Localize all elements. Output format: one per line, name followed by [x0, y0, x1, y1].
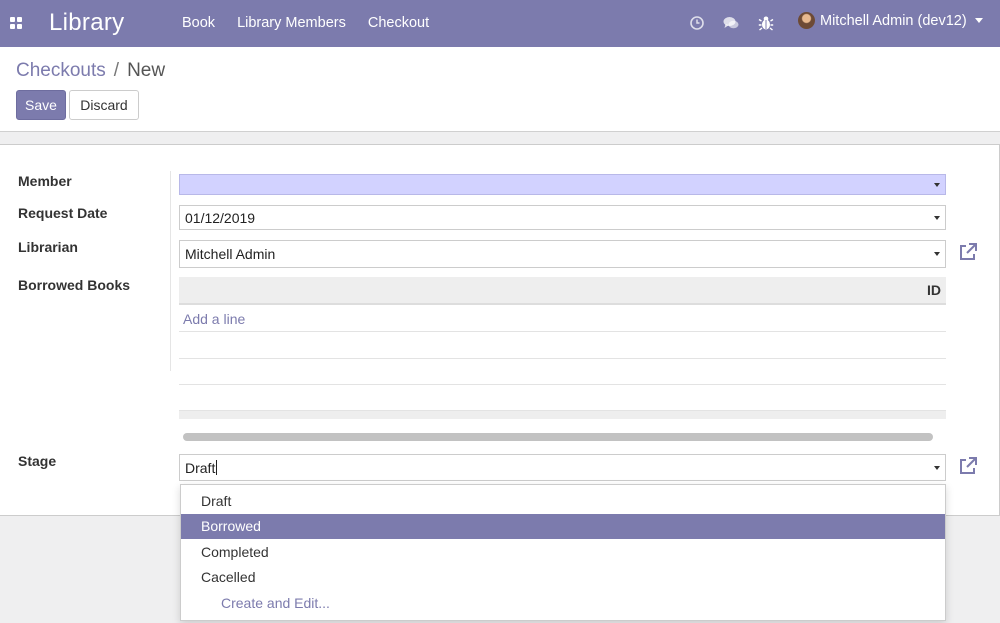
main-menu: Book Library Members Checkout: [171, 0, 440, 47]
breadcrumb-checkouts[interactable]: Checkouts: [16, 60, 106, 82]
borrowed-books-label: Borrowed Books: [18, 277, 131, 293]
control-panel: Checkouts / New Save Discard: [0, 47, 1000, 132]
dropdown-option-cacelled[interactable]: Cacelled: [181, 565, 945, 590]
list-row: [179, 333, 946, 359]
text-cursor: [216, 460, 218, 475]
stage-field[interactable]: Draft: [179, 454, 946, 481]
app-title: Library: [49, 9, 125, 36]
dropdown-option-draft[interactable]: Draft: [181, 489, 945, 514]
librarian-label: Librarian: [18, 239, 78, 255]
add-line-link[interactable]: Add a line: [179, 311, 245, 327]
menu-item-library-members[interactable]: Library Members: [226, 0, 357, 47]
menu-item-book[interactable]: Book: [171, 0, 226, 47]
member-field[interactable]: [179, 174, 946, 195]
bug-icon[interactable]: [757, 14, 775, 32]
label-divider: [170, 171, 171, 371]
librarian-field[interactable]: Mitchell Admin: [179, 240, 946, 268]
list-footer: [179, 411, 946, 419]
list-row: [179, 385, 946, 411]
librarian-value: Mitchell Admin: [185, 246, 276, 262]
external-link-icon[interactable]: [957, 455, 979, 477]
dropdown-option-borrowed[interactable]: Borrowed: [181, 514, 945, 539]
caret-down-icon[interactable]: [934, 215, 940, 220]
dropdown-option-completed[interactable]: Completed: [181, 540, 945, 565]
user-name: Mitchell Admin (dev12): [820, 12, 967, 29]
stage-autocomplete-dropdown: Draft Borrowed Completed Cacelled Create…: [180, 484, 946, 621]
top-navbar: Library Book Library Members Checkout Mi…: [0, 0, 1000, 47]
scrollbar-thumb[interactable]: [183, 433, 933, 441]
chevron-down-icon: [974, 18, 983, 23]
horizontal-scrollbar[interactable]: [179, 429, 946, 443]
create-and-edit-option[interactable]: Create and Edit...: [181, 591, 945, 616]
caret-down-icon[interactable]: [934, 465, 940, 470]
discard-button[interactable]: Discard: [69, 90, 139, 120]
apps-icon[interactable]: [10, 17, 23, 30]
clock-icon[interactable]: [688, 14, 706, 32]
request-date-value: 01/12/2019: [185, 209, 256, 226]
stage-value: Draft: [185, 459, 216, 476]
save-button[interactable]: Save: [16, 90, 66, 120]
request-date-field[interactable]: 01/12/2019: [179, 205, 946, 230]
avatar: [798, 12, 815, 29]
menu-item-checkout[interactable]: Checkout: [357, 0, 440, 47]
caret-down-icon[interactable]: [934, 252, 940, 256]
caret-down-icon[interactable]: [934, 182, 940, 187]
breadcrumb-separator: /: [113, 60, 120, 81]
user-menu[interactable]: Mitchell Admin (dev12): [798, 12, 983, 29]
list-header-id[interactable]: ID: [179, 277, 946, 305]
add-line-row: Add a line: [179, 306, 946, 332]
request-date-label: Request Date: [18, 205, 108, 221]
breadcrumb: Checkouts / New: [16, 60, 165, 82]
breadcrumb-current: New: [127, 60, 166, 81]
stage-label: Stage: [18, 453, 57, 469]
list-row: [179, 359, 946, 385]
chat-icon[interactable]: [722, 14, 740, 32]
external-link-icon[interactable]: [957, 241, 979, 263]
member-label: Member: [18, 173, 72, 189]
